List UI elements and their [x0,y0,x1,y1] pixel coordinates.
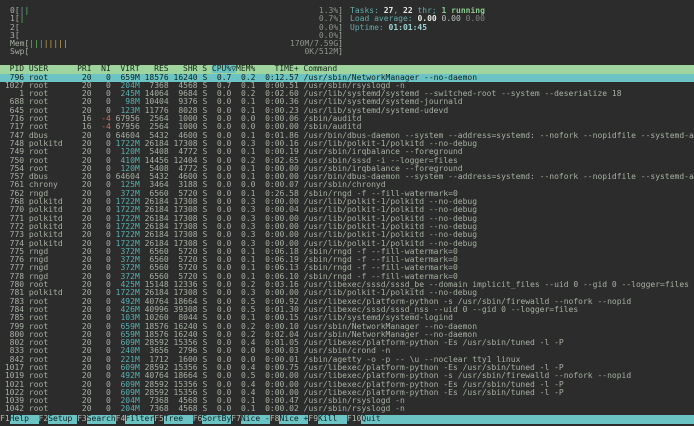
uptime-line: Uptime: 01:01:45 [350,24,485,32]
memory-meter: Mem[||||||||170M/7.59G] [10,40,343,48]
process-row-pid-833[interactable]: 833 root 20 0 240M 3656 2796 S 0.0 0.0 0… [0,347,694,355]
process-row-pid-645[interactable]: 645 root 20 0 123M 11776 8028 S 0.0 0.1 … [0,107,694,115]
process-row-pid-768[interactable]: 768 polkitd 20 0 1722M 26184 17308 S 0.0… [0,198,694,206]
swap-meter: Swp[0K/512M] [10,48,343,56]
fkey-f10-number: F10 [347,415,361,424]
process-row-pid-1022[interactable]: 1022 root 20 0 609M 28592 15356 S 0.0 0.… [0,389,694,397]
header-meters-area: 0[||1.3%]1[|0.7%]2[0.0%]3[0.0%]Mem[|||||… [10,7,694,57]
process-row-pid-802[interactable]: 802 root 20 0 609M 28592 15356 S 0.0 0.4… [0,339,694,347]
fkey-f9-kill[interactable]: Kill [318,415,347,424]
process-row-pid-780[interactable]: 780 root 20 0 425M 15148 12336 S 0.0 0.2… [0,281,694,289]
fkey-f3-number: F3 [77,415,87,424]
load-average-line: Load average: 0.00 0.00 0.00 [350,15,485,23]
process-row-pid-772[interactable]: 772 polkitd 20 0 1722M 26184 17308 S 0.0… [0,223,694,231]
process-row-pid-785[interactable]: 785 root 20 0 103M 10260 8044 S 0.0 0.1 … [0,314,694,322]
process-row-pid-1[interactable]: 1 root 20 0 245M 14064 9684 S 0.0 0.2 0:… [0,90,694,98]
htop-terminal: 0[||1.3%]1[|0.7%]2[0.0%]3[0.0%]Mem[|||||… [0,0,694,426]
fkey-f2-number: F2 [39,415,49,424]
process-row-pid-747[interactable]: 747 dbus 20 0 64604 5432 4600 S 0.0 0.1 … [0,132,694,140]
function-key-bar: F1Help F2Setup F3SearchF4FilterF5Tree F6… [0,415,694,424]
fnbar-filler [381,415,694,424]
process-row-pid-749[interactable]: 749 root 20 0 120M 5408 4772 S 0.0 0.1 0… [0,148,694,156]
meter-column: 0[||1.3%]1[|0.7%]2[0.0%]3[0.0%]Mem[|||||… [10,7,343,57]
cpu-meter-1: 1[|0.7%] [10,15,343,23]
fkey-f1-help[interactable]: Help [10,415,39,424]
process-row-pid-1021[interactable]: 1021 root 20 0 609M 28592 15356 S 0.0 0.… [0,381,694,389]
sort-column-cpu[interactable]: CPU%▽ [212,65,236,73]
process-row-pid-775[interactable]: 775 rngd 20 0 372M 6560 5720 S 0.0 0.1 0… [0,248,694,256]
process-row-pid-1027[interactable]: 1027 root 20 0 204M 7368 4568 S 0.7 0.1 … [0,82,694,90]
process-row-pid-1039[interactable]: 1039 root 20 0 204M 7368 4568 S 0.0 0.1 … [0,397,694,405]
process-row-pid-1042[interactable]: 1042 root 20 0 204M 7368 4568 S 0.0 0.1 … [0,405,694,413]
fkey-f7-number: F7 [231,415,241,424]
fkey-f3-search[interactable]: Search [87,415,116,424]
fkey-f2-setup[interactable]: Setup [48,415,77,424]
process-row-pid-754[interactable]: 754 root 20 0 120M 5408 4772 S 0.0 0.1 0… [0,165,694,173]
process-row-pid-762[interactable]: 762 rngd 20 0 372M 6560 5720 S 0.0 0.1 0… [0,190,694,198]
process-row-pid-688[interactable]: 688 root 20 0 98M 10404 9376 S 0.0 0.1 0… [0,98,694,106]
fkey-f5-number: F5 [154,415,164,424]
system-info-column: Tasks: 27, 22 thr; 1 runningLoad average… [350,7,485,32]
tasks-line: Tasks: 27, 22 thr; 1 running [350,7,485,15]
process-row-pid-781[interactable]: 781 polkitd 20 0 1722M 26184 17308 S 0.0… [0,289,694,297]
process-row-pid-777[interactable]: 777 rngd 20 0 372M 6560 5720 S 0.0 0.1 0… [0,264,694,272]
process-row-pid-774[interactable]: 774 polkitd 20 0 1722M 26184 17308 S 0.0… [0,240,694,248]
spacer-line [0,57,694,65]
process-row-pid-1017[interactable]: 1017 root 20 0 609M 28592 15356 S 0.0 0.… [0,364,694,372]
fkey-f6-number: F6 [193,415,203,424]
fkey-f4-filter[interactable]: Filter [125,415,154,424]
fkey-f9-number: F9 [308,415,318,424]
cpu-meter-3: 3[0.0%] [10,32,343,40]
process-row-pid-800[interactable]: 800 root 20 0 659M 18576 16240 S 0.0 0.2… [0,331,694,339]
cpu-meter-0: 0[||1.3%] [10,7,343,15]
process-row-pid-799[interactable]: 799 root 20 0 659M 18576 16240 S 0.0 0.2… [0,323,694,331]
process-row-pid-750[interactable]: 750 root 20 0 410M 14456 12404 S 0.0 0.2… [0,157,694,165]
process-row-pid-773[interactable]: 773 polkitd 20 0 1722M 26184 17308 S 0.0… [0,231,694,239]
process-row-pid-770[interactable]: 770 polkitd 20 0 1722M 26184 17308 S 0.0… [0,206,694,214]
process-row-pid-757[interactable]: 757 dbus 20 0 64604 5432 4600 S 0.0 0.1 … [0,173,694,181]
process-row-pid-784[interactable]: 784 root 20 0 426M 40996 39308 S 0.0 0.5… [0,306,694,314]
fkey-f10-quit[interactable]: Quit [361,415,380,424]
fkey-f8-number: F8 [270,415,280,424]
process-row-pid-1019[interactable]: 1019 root 20 0 492M 40764 18664 S 0.0 0.… [0,372,694,380]
cpu-meter-2: 2[0.0%] [10,24,343,32]
fkey-f1-number: F1 [0,415,10,424]
process-row-pid-771[interactable]: 771 polkitd 20 0 1722M 26184 17308 S 0.0… [0,215,694,223]
process-row-pid-716[interactable]: 716 root 16 -4 67956 2564 1000 S 0.0 0.0… [0,115,694,123]
process-row-pid-748[interactable]: 748 polkitd 20 0 1722M 26184 17308 S 0.0… [0,140,694,148]
process-table: 796 root 20 0 659M 18576 16240 S 0.7 0.2… [0,74,694,414]
process-row-pid-783[interactable]: 783 root 20 0 492M 40764 18664 S 0.0 0.5… [0,298,694,306]
process-row-pid-761[interactable]: 761 chrony 20 0 125M 3464 3188 S 0.0 0.0… [0,181,694,189]
fkey-f4-number: F4 [116,415,126,424]
process-row-pid-776[interactable]: 776 rngd 20 0 372M 6560 5720 S 0.0 0.1 0… [0,256,694,264]
process-table-header[interactable]: PID USER PRI NI VIRT RES SHR S CPU%▽MEM%… [0,65,694,73]
process-row-pid-717[interactable]: 717 root 16 -4 67956 2564 1000 S 0.0 0.0… [0,123,694,131]
process-row-pid-778[interactable]: 778 rngd 20 0 372M 6560 5720 S 0.0 0.1 0… [0,273,694,281]
fkey-f8-nice-[interactable]: Nice + [279,415,308,424]
fkey-f6-sortby[interactable]: SortBy [202,415,231,424]
process-row-pid-796[interactable]: 796 root 20 0 659M 18576 16240 S 0.7 0.2… [0,74,694,82]
fkey-f7-nice-[interactable]: Nice - [241,415,270,424]
fkey-f5-tree[interactable]: Tree [164,415,193,424]
process-row-pid-842[interactable]: 842 root 20 0 221M 1712 1600 S 0.0 0.0 0… [0,356,694,364]
